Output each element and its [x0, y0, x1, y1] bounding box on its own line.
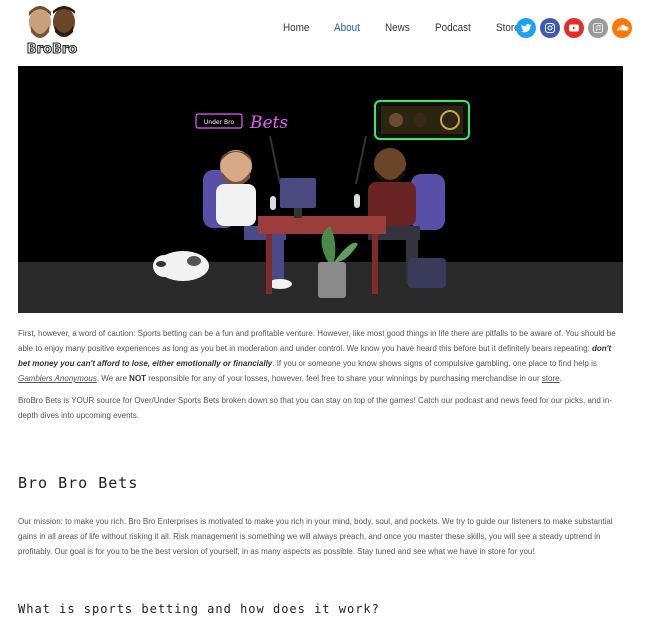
- youtube-icon[interactable]: [564, 18, 584, 38]
- caution-paragraph: First, however, a word of caution: Sport…: [18, 326, 623, 386]
- nav-home[interactable]: Home: [283, 22, 309, 34]
- site-header: BroBro Home About News Podcast Store: [0, 0, 647, 58]
- store-link[interactable]: store: [542, 374, 560, 383]
- nav-news[interactable]: News: [385, 22, 410, 34]
- caution-text-d: responsible for any of your losses, howe…: [146, 374, 542, 383]
- twitter-icon[interactable]: [516, 18, 536, 38]
- instagram-icon[interactable]: [540, 18, 560, 38]
- caution-text-c: . We are: [96, 374, 130, 383]
- svg-text:BroBro: BroBro: [27, 42, 78, 56]
- neon-sign-left: Under Bro: [204, 119, 235, 126]
- soundcloud-icon[interactable]: [612, 18, 632, 38]
- itunes-icon[interactable]: [588, 18, 608, 38]
- main-nav: Home About News Podcast Store: [283, 22, 545, 34]
- hero-image: Under Bro Bets: [18, 66, 623, 313]
- section-title-what: What is sports betting and how does it w…: [18, 602, 380, 616]
- section-title-bets: Bro Bro Bets: [18, 474, 139, 492]
- about-content: First, however, a word of caution: Sport…: [18, 326, 623, 616]
- caution-text-a: First, however, a word of caution: Sport…: [18, 329, 616, 353]
- source-paragraph: BroBro Bets is YOUR source for Over/Unde…: [18, 396, 612, 420]
- mission-paragraph: Our mission: to make you rich. Bro Bro E…: [18, 517, 613, 556]
- gamblers-anonymous-link[interactable]: Gamblers Anonymous: [18, 374, 97, 383]
- nav-about[interactable]: About: [334, 22, 360, 34]
- neon-sign-script: Bets: [249, 113, 288, 133]
- caution-text-b: . If you or someone you know shows signs…: [272, 359, 597, 368]
- caution-text-e: .: [559, 374, 562, 383]
- not-bold: NOT: [129, 374, 147, 383]
- brobro-logo[interactable]: BroBro: [20, 2, 84, 58]
- nav-podcast[interactable]: Podcast: [435, 22, 471, 34]
- social-links: [516, 18, 632, 38]
